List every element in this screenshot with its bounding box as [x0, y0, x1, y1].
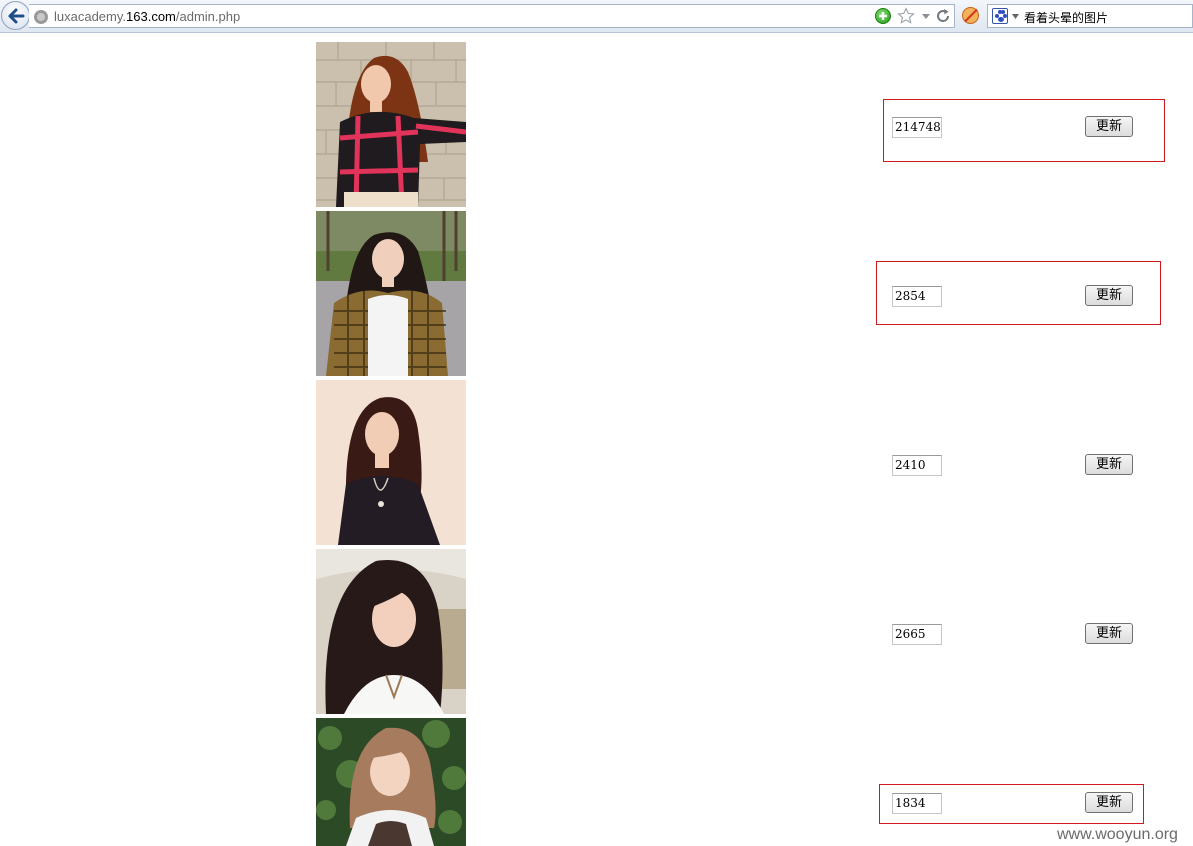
address-bar[interactable]: luxacademy.163.com/admin.php: [29, 4, 955, 28]
update-button[interactable]: 更新: [1085, 285, 1133, 306]
count-input[interactable]: 1834: [892, 793, 942, 814]
chevron-down-icon[interactable]: [921, 13, 931, 20]
count-input[interactable]: 2410: [892, 455, 942, 476]
search-input[interactable]: 看着头晕的图片: [1024, 9, 1108, 26]
count-input[interactable]: 2147483: [892, 117, 942, 138]
watermark: www.wooyun.org: [1057, 826, 1178, 843]
globe-icon: [34, 10, 48, 24]
update-button[interactable]: 更新: [1085, 116, 1133, 137]
photo-2: [316, 211, 466, 376]
update-button[interactable]: 更新: [1085, 792, 1133, 813]
back-arrow-icon: [8, 8, 25, 24]
star-icon[interactable]: [897, 7, 915, 25]
update-button[interactable]: 更新: [1085, 623, 1133, 644]
photo-5: [316, 718, 466, 846]
back-button[interactable]: [1, 1, 30, 30]
reload-icon[interactable]: [935, 8, 951, 24]
browser-toolbar: luxacademy.163.com/admin.php 看着头晕的图片: [0, 0, 1193, 33]
adblock-icon[interactable]: [962, 7, 979, 24]
photo-1: [316, 42, 466, 207]
go-icon[interactable]: [875, 8, 891, 24]
update-button[interactable]: 更新: [1085, 454, 1133, 475]
count-input[interactable]: 2854: [892, 286, 942, 307]
count-input[interactable]: 2665: [892, 624, 942, 645]
url-text[interactable]: luxacademy.163.com/admin.php: [54, 9, 240, 24]
chevron-down-icon[interactable]: [1012, 14, 1019, 19]
baidu-paw-icon[interactable]: [992, 8, 1008, 24]
photo-4: [316, 549, 466, 714]
search-box[interactable]: 看着头晕的图片: [987, 4, 1193, 28]
photo-3: [316, 380, 466, 545]
